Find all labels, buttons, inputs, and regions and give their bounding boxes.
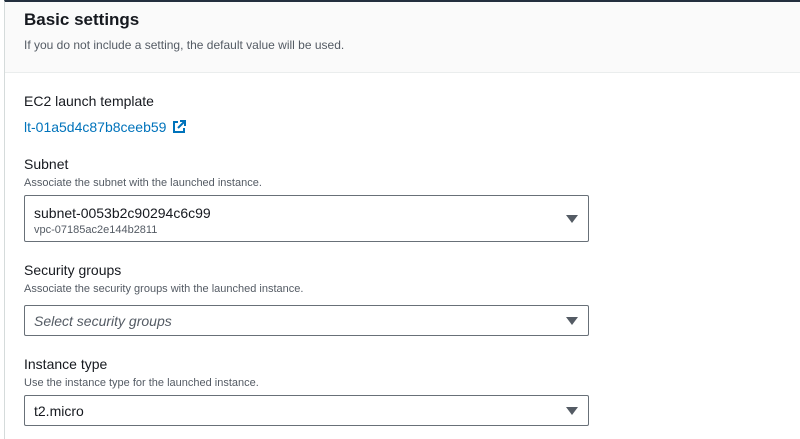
security-groups-select[interactable]: Select security groups	[24, 305, 589, 336]
caret-down-icon	[566, 215, 578, 223]
security-groups-label: Security groups	[24, 262, 122, 278]
panel-description: If you do not include a setting, the def…	[24, 38, 345, 52]
subnet-label: Subnet	[24, 156, 69, 172]
instance-type-selected-value: t2.micro	[34, 403, 84, 419]
caret-down-icon	[566, 317, 578, 325]
panel-header: Basic settings If you do not include a s…	[5, 2, 800, 73]
instance-type-select[interactable]: t2.micro	[24, 395, 589, 426]
subnet-vpc-detail: vpc-07185ac2e144b2811	[34, 224, 158, 236]
external-link-icon[interactable]	[172, 120, 187, 134]
panel-title: Basic settings	[24, 10, 140, 29]
launch-template-link-text[interactable]: lt-01a5d4c87b8ceeb59	[24, 118, 166, 136]
security-groups-description: Associate the security groups with the l…	[24, 283, 304, 295]
instance-type-label: Instance type	[24, 356, 108, 372]
launch-template-link[interactable]: lt-01a5d4c87b8ceeb59	[24, 118, 187, 136]
subnet-select[interactable]: subnet-0053b2c90294c6c99 vpc-07185ac2e14…	[24, 195, 589, 242]
subnet-selected-value: subnet-0053b2c90294c6c99	[34, 205, 211, 221]
basic-settings-panel: Basic settings If you do not include a s…	[4, 0, 800, 439]
security-groups-placeholder: Select security groups	[34, 313, 172, 329]
subnet-description: Associate the subnet with the launched i…	[24, 177, 262, 189]
launch-template-label: EC2 launch template	[24, 93, 154, 109]
instance-type-description: Use the instance type for the launched i…	[24, 377, 259, 389]
caret-down-icon	[566, 407, 578, 415]
